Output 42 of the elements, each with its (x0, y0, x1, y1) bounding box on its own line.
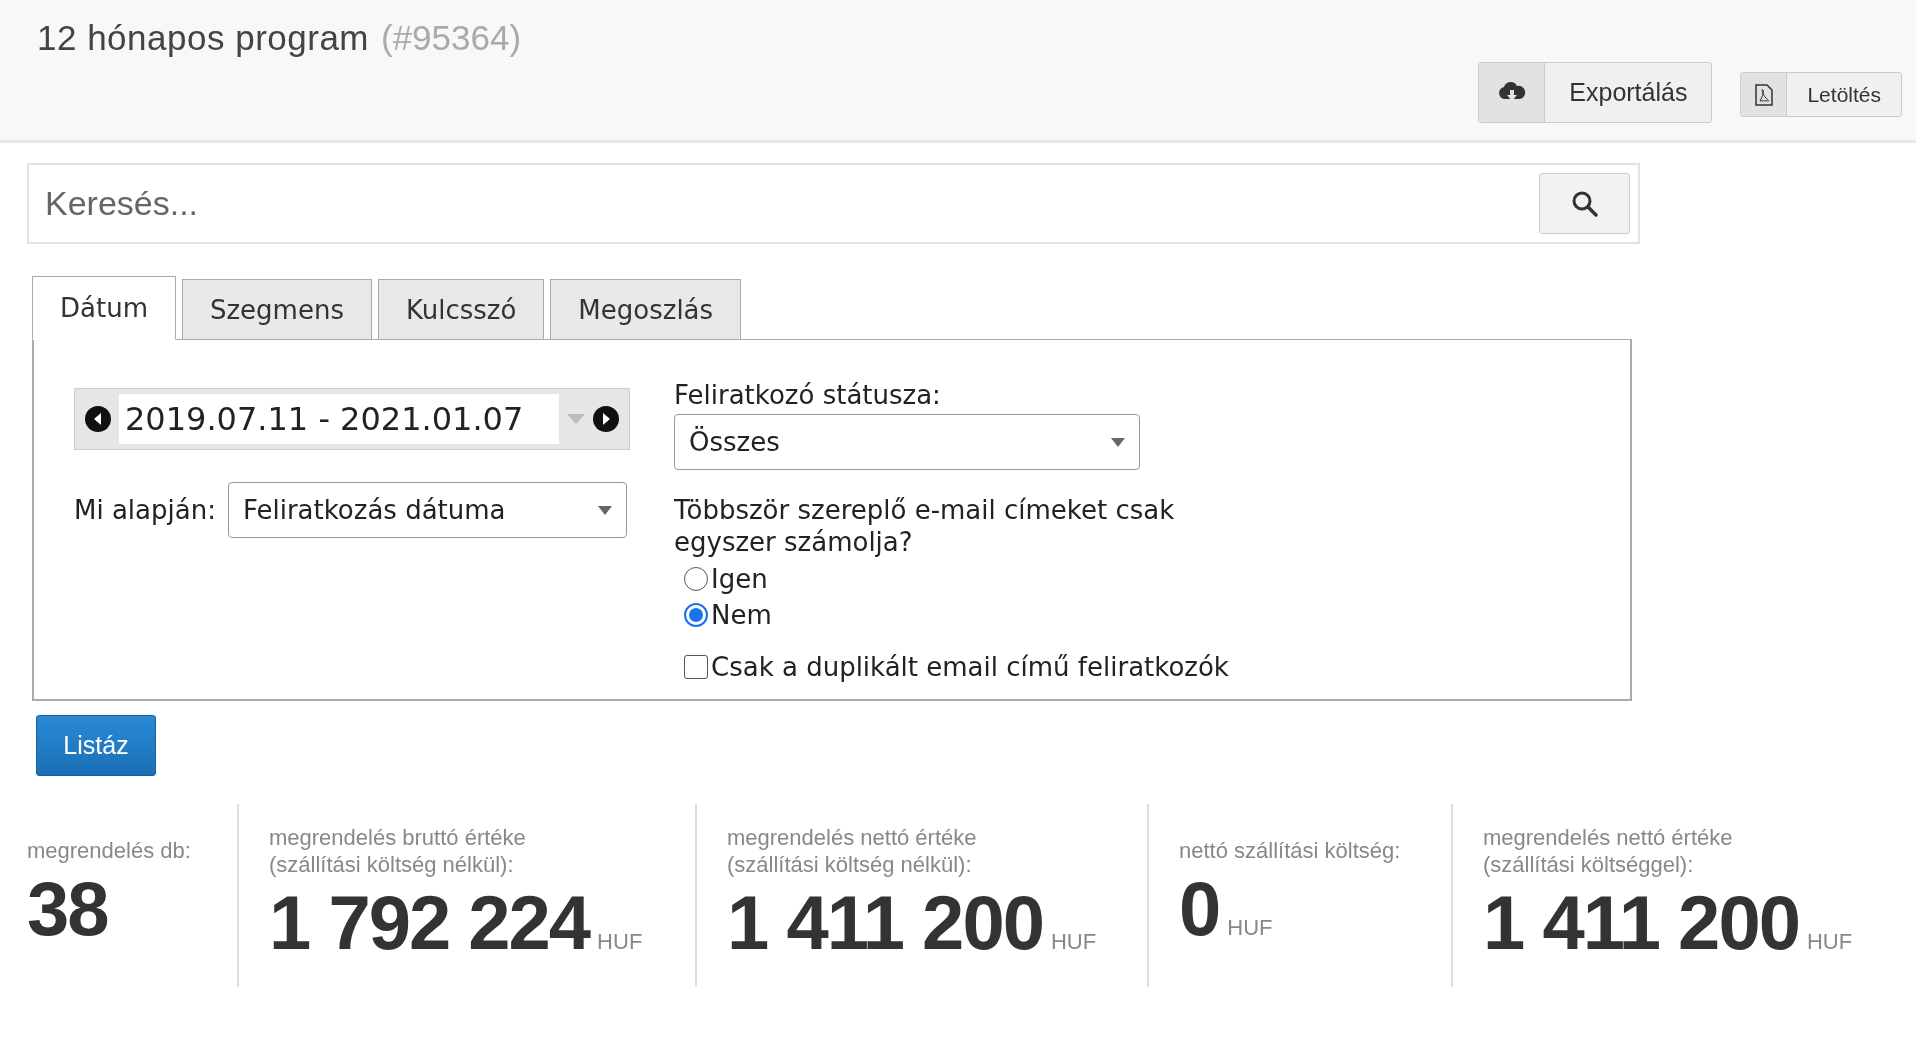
basis-select[interactable]: Feliratkozás dátuma (227, 482, 627, 538)
next-icon[interactable] (593, 406, 619, 432)
tab[interactable]: Megoszlás (550, 279, 742, 340)
stat-label: megrendelés bruttó értéke (szállítási költség nélkül): (269, 823, 527, 878)
radio-option[interactable]: Nem (684, 600, 1374, 630)
search-button[interactable] (1539, 173, 1630, 234)
search-bar[interactable]: Keresés... (27, 163, 1640, 244)
program-id: (#95364) (381, 18, 522, 57)
currency-unit: HUF (1227, 915, 1273, 941)
stat-label: megrendelés db: (27, 837, 192, 864)
stat-label: megrendelés nettó értéke (szállítási költség nélkül): (727, 823, 978, 878)
previous-icon[interactable] (85, 406, 111, 432)
stat-value: 0 (1179, 865, 1220, 953)
date-range-picker[interactable]: 2019.07.11 - 2021.01.07 (74, 388, 630, 450)
stat-label: nettó szállítási költség: (1179, 837, 1402, 864)
question-text: Többször szereplő e-mail címeket csak egyszer számolja? (674, 494, 1176, 558)
stat-value: 1 411 200 (727, 878, 1043, 967)
stat-value: 38 (27, 865, 108, 953)
list-button[interactable]: Listáz (36, 715, 156, 776)
date-range-value: 2019.07.11 - 2021.01.07 (119, 394, 559, 444)
status-label: Feliratkozó státusza: (674, 380, 942, 410)
download-button[interactable]: Letöltés (1740, 72, 1902, 117)
currency-unit: HUF (1806, 928, 1853, 955)
basis-label: Mi alapján: (74, 495, 216, 525)
caret-icon (1111, 437, 1125, 447)
stat-value: 1 411 200 (1483, 878, 1799, 967)
search-icon (1570, 189, 1599, 218)
pdf-file-icon (1754, 83, 1773, 106)
radio-option[interactable]: Igen (684, 564, 1374, 594)
status-select[interactable]: Összes (674, 414, 1140, 470)
caret-icon (597, 505, 612, 515)
stat-label: megrendelés nettó értéke (szállítási költséggel): (1483, 823, 1734, 878)
tab[interactable]: Kulcsszó (377, 279, 545, 340)
caret-icon (567, 414, 585, 424)
stat-value: 1 792 224 (269, 878, 590, 967)
tab[interactable]: Szegmens (181, 279, 372, 340)
page-title: 12 hónapos program (37, 18, 369, 57)
currency-unit: HUF (597, 928, 643, 955)
tab[interactable]: Dátum (32, 276, 176, 340)
currency-unit: HUF (1050, 928, 1097, 955)
duplicate-checkbox[interactable]: Csak a duplikált email című feliratkozók (684, 652, 1374, 682)
export-button[interactable]: Exportálás (1478, 62, 1713, 123)
